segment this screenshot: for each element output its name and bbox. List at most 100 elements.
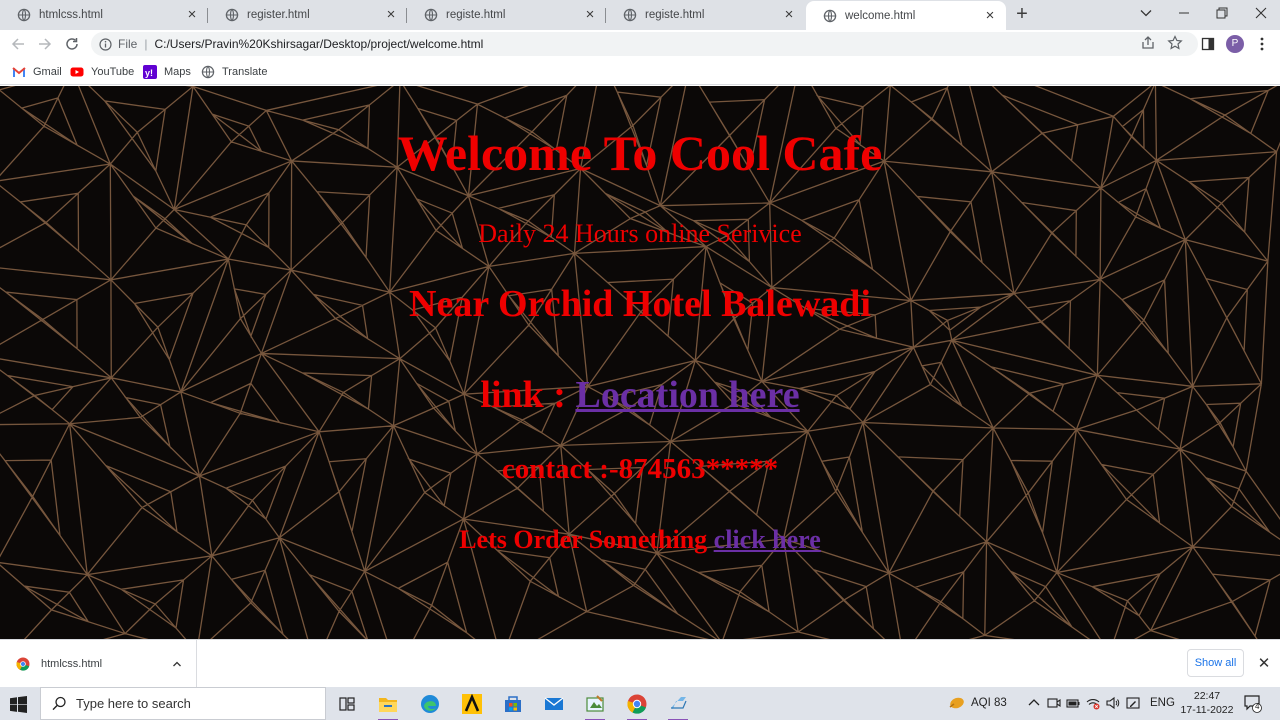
close-window-button[interactable] [1243,0,1279,26]
back-button[interactable] [6,32,30,56]
new-tab-button[interactable]: + [1012,4,1032,25]
weather-icon[interactable] [947,695,965,711]
paint-icon [586,695,604,712]
browser-toolbar: File | C:/Users/Pravin%20Kshirsagar/Desk… [0,30,1280,58]
show-all-button[interactable]: Show all [1187,649,1244,677]
close-tab-icon[interactable]: × [383,7,399,23]
menu-button[interactable] [1253,35,1271,53]
notepad-icon [671,697,687,709]
svg-text:y!: y! [145,68,153,78]
download-filename: htmlcss.html [41,657,103,670]
pen-workspace-icon[interactable] [1126,696,1140,710]
windows-taskbar: Type here to search AQI 83 ENG 22:47 17-… [0,687,1280,720]
tab-title: register.html [247,9,310,21]
taskbar-chrome[interactable] [623,690,651,720]
volume-icon[interactable] [1106,696,1120,710]
clock-time: 22:47 [1193,690,1221,702]
reload-button[interactable] [60,32,84,56]
task-view-icon [339,697,355,711]
taskbar-paint[interactable] [581,690,609,720]
network-disconnected-icon[interactable] [1086,696,1100,710]
taskbar-file-explorer[interactable] [374,690,402,720]
order-link[interactable]: click here [714,525,821,554]
tab-welcome[interactable]: welcome.html × [806,1,1006,30]
forward-button[interactable] [33,32,57,56]
close-tab-icon[interactable]: × [781,7,797,23]
gmail-icon [12,67,26,77]
chrome-icon [627,694,647,714]
address-heading: Near Orchid Hotel Balewadi [409,283,871,325]
profile-avatar[interactable]: P [1226,35,1244,53]
tab-title: welcome.html [845,9,916,22]
restore-button[interactable] [1204,0,1240,26]
info-icon[interactable] [99,37,112,51]
globe-icon [17,8,31,22]
store-icon [505,696,521,712]
bookmark-label: YouTube [91,66,135,78]
globe-icon [823,9,837,22]
search-placeholder: Type here to search [76,696,191,711]
location-link[interactable]: Location here [575,374,799,416]
order-line: Lets Order Something click here [0,525,1280,555]
chevron-up-icon[interactable] [1027,696,1041,710]
tab-search-button[interactable] [1128,0,1164,26]
side-panel-button[interactable] [1199,35,1217,53]
bookmark-maps[interactable]: y! Maps [143,64,191,80]
battery-icon[interactable] [1066,696,1080,710]
tab-registe-2[interactable]: registe.html × [606,0,805,30]
taskbar-search-box[interactable]: Type here to search [40,687,326,720]
location-prefix: link : [480,374,576,416]
weather-label[interactable]: AQI 83 [971,697,1007,709]
taskbar-store[interactable] [499,690,527,718]
bookmark-translate[interactable]: Translate [201,64,267,80]
notification-center[interactable]: 4 [1244,695,1262,713]
contact-line: contact :-874563***** [501,453,779,485]
tab-title: htmlcss.html [39,9,103,21]
taskbar-edge[interactable] [416,690,444,718]
app-a-icon [462,694,482,714]
chevron-up-icon[interactable] [172,659,182,669]
page-title: Welcome To Cool Cafe [397,125,883,181]
more-vertical-icon [1260,37,1264,51]
taskbar-notepad[interactable] [664,690,692,720]
scheme-label: File [118,37,138,51]
globe-icon [623,8,637,22]
share-icon[interactable] [1140,35,1156,51]
tab-htmlcss[interactable]: htmlcss.html × [0,0,208,30]
minimize-icon [1179,12,1189,14]
file-explorer-icon [379,698,397,712]
taskbar-mail[interactable] [540,690,568,718]
close-shelf-icon[interactable]: ✕ [1256,656,1272,672]
minimize-button[interactable] [1166,0,1202,26]
globe-icon [424,8,438,22]
restore-icon [1216,7,1228,19]
language-indicator[interactable]: ENG [1150,697,1175,709]
globe-icon [225,8,239,22]
task-view-button[interactable] [333,690,361,718]
arrow-right-icon [39,38,52,50]
clock[interactable]: 22:47 17-11-2022 [1178,689,1236,717]
tab-registe-1[interactable]: registe.html × [407,0,606,30]
tab-title: registe.html [645,9,705,21]
bookmarks-bar: Gmail YouTube y! Maps Translate [0,58,1280,85]
close-tab-icon[interactable]: × [184,7,200,23]
close-tab-icon[interactable]: × [582,7,598,23]
youtube-icon [70,67,84,77]
download-item[interactable]: htmlcss.html [0,640,197,687]
url-text[interactable]: C:/Users/Pravin%20Kshirsagar/Desktop/pro… [154,37,483,51]
close-tab-icon[interactable]: × [982,7,998,24]
windows-start-icon[interactable] [10,696,27,713]
tab-title: registe.html [446,9,506,21]
tab-register[interactable]: register.html × [208,0,407,30]
meet-now-icon[interactable] [1047,696,1061,710]
bookmark-gmail[interactable]: Gmail [12,64,62,80]
reload-icon [66,38,78,50]
mail-icon [544,697,564,710]
edge-icon [421,695,439,713]
arrow-left-icon [11,38,24,50]
search-icon [52,696,66,711]
star-icon[interactable] [1167,35,1183,51]
bookmark-youtube[interactable]: YouTube [70,64,134,80]
address-bar[interactable]: File | C:/Users/Pravin%20Kshirsagar/Desk… [91,32,1198,56]
taskbar-app-a[interactable] [458,690,486,718]
